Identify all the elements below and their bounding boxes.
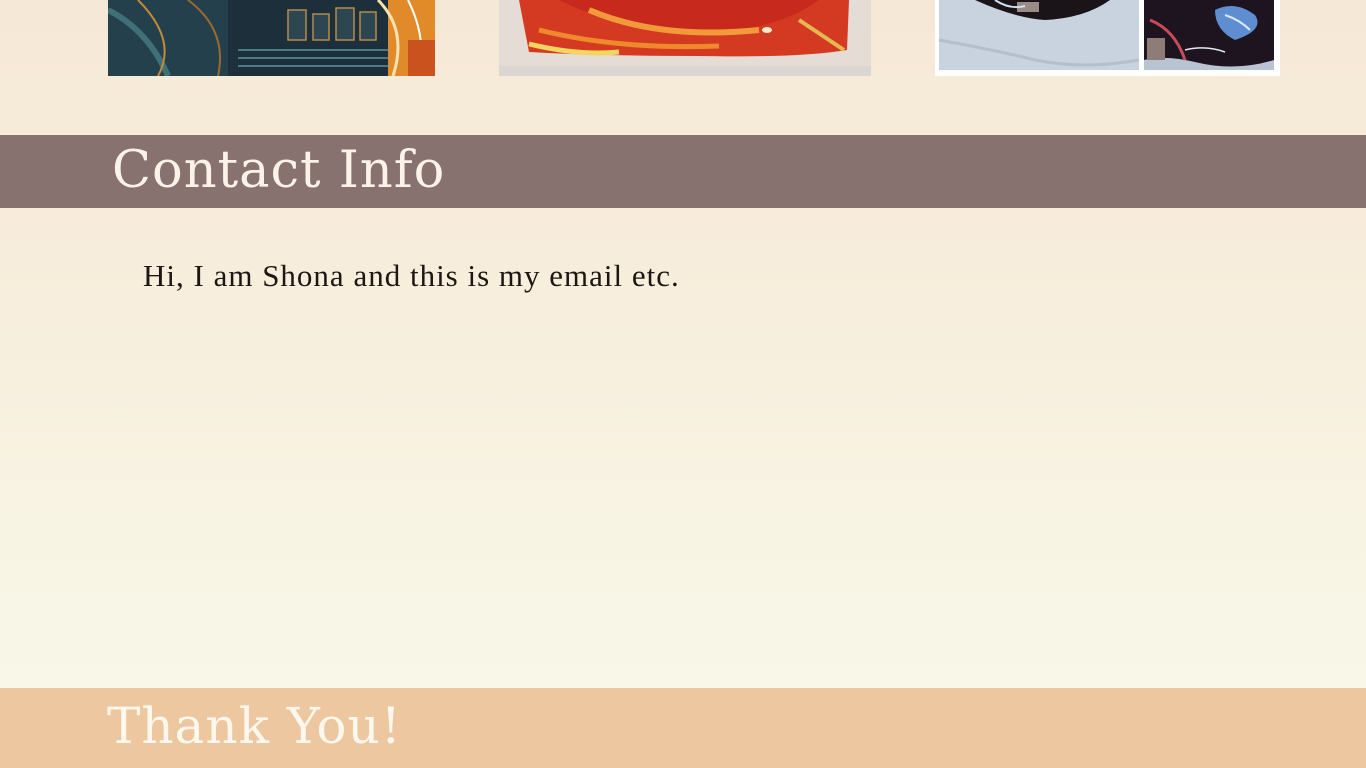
red-painting-image [499,0,871,76]
contact-banner: Contact Info [0,135,1366,208]
painted-helmet-image [935,0,1280,76]
thank-you-banner: Thank You! [0,688,1366,768]
gallery-thumbnail-abstract[interactable] [108,0,435,76]
gallery-thumbnail-red-painting[interactable] [499,0,871,76]
gallery-strip [0,0,1366,135]
gallery-thumbnail-helmet[interactable] [935,0,1280,76]
abstract-painting-image [108,0,435,76]
contact-intro-text: Hi, I am Shona and this is my email etc. [143,258,680,293]
contact-heading: Contact Info [112,141,446,200]
thank-you-heading: Thank You! [107,697,402,755]
